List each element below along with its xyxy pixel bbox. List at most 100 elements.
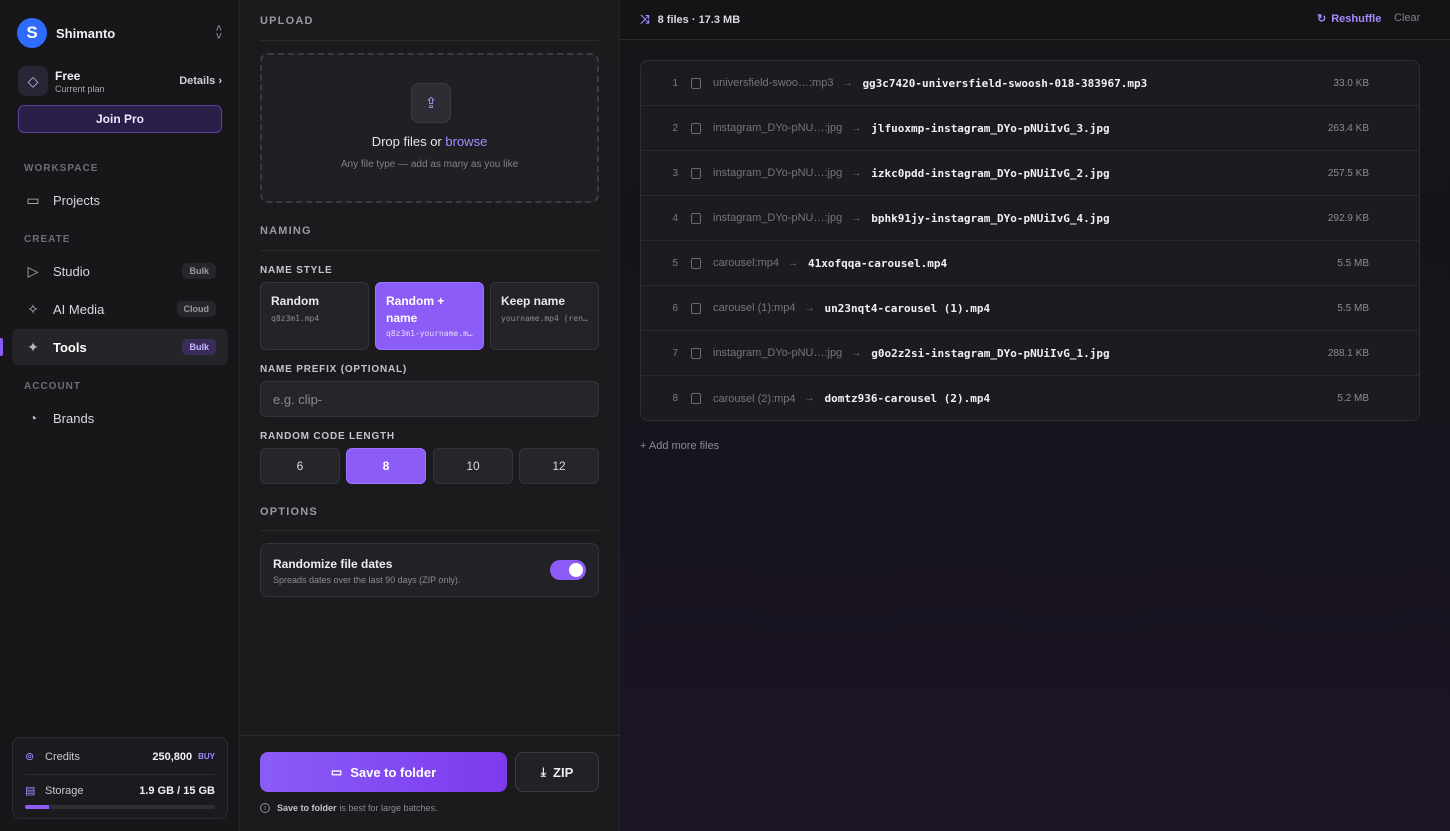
new-filename: bphk91jy-instagram_DYo-pNUiIvG_4.jpg — [871, 211, 1110, 225]
file-row[interactable]: 4 instagram_DYo-pNU…:jpg → bphk91jy-instagr… — [641, 196, 1419, 241]
file-index: 7 — [672, 347, 678, 359]
upload-icon: ⇪ — [411, 83, 451, 123]
sidebar-item-projects[interactable]: ▭ Projects — [12, 182, 228, 218]
storage-progress-fill — [25, 805, 50, 809]
length-option-6[interactable]: 6 — [260, 448, 340, 484]
file-row[interactable]: 3 instagram_DYo-pNU…:jpg → izkc0pdd-instagr… — [641, 151, 1419, 196]
option-subtitle: Spreads dates over the last 90 days (ZIP… — [273, 575, 461, 585]
bulk-badge: Bulk — [182, 263, 216, 279]
original-filename: carousel (2):mp4 — [713, 392, 796, 405]
zip-button[interactable]: ⤓ ZIP — [515, 752, 599, 792]
cloud-badge: Cloud — [176, 301, 216, 317]
original-filename: carousel:mp4 — [713, 257, 780, 269]
original-filename: instagram_DYo-pNU…:jpg — [713, 167, 843, 179]
storage-label: Storage — [45, 784, 84, 797]
name-prefix-label: NAME PREFIX (OPTIONAL) — [260, 364, 408, 375]
toggle-knob — [569, 563, 583, 577]
length-option-10[interactable]: 10 — [433, 448, 513, 484]
file-row[interactable]: 2 instagram_DYo-pNU…:jpg → jlfuoxmp-instagr… — [641, 106, 1419, 151]
style-title: Random — [271, 294, 319, 308]
clear-button[interactable]: Clear — [1394, 12, 1420, 24]
divider — [240, 735, 620, 736]
file-size: 292.9 KB — [1327, 212, 1369, 224]
download-icon: ⤓ — [540, 764, 547, 779]
style-option-keep-name[interactable]: Keep name yourname.mp4 (renamed) — [490, 282, 599, 350]
credits-row: ⊚ Credits 250,800 BUY — [25, 750, 215, 764]
divider — [260, 250, 599, 251]
plan-details-link[interactable]: Details › — [179, 75, 222, 87]
plan-title: Free — [55, 68, 81, 83]
name-style-label: NAME STYLE — [260, 265, 333, 276]
file-index: 1 — [672, 77, 678, 89]
file-icon — [691, 212, 701, 224]
add-more-files-link[interactable]: + Add more files — [640, 440, 719, 452]
sidebar-item-brands[interactable]: ◔ Brands — [12, 400, 228, 436]
active-indicator — [0, 338, 3, 356]
file-icon — [691, 257, 701, 269]
randomize-dates-toggle[interactable] — [550, 560, 586, 580]
drop-label: Drop files or — [371, 134, 442, 149]
magic-wand-icon: ✧ — [27, 300, 39, 317]
file-size: 288.1 KB — [1327, 347, 1369, 359]
storage-row: ▤ Storage 1.9 GB / 15 GB — [25, 784, 215, 798]
new-filename: un23nqt4-carousel (1).mp4 — [824, 301, 991, 315]
style-option-random-name[interactable]: Random + name q8z3m1-yourname.mp4 — [375, 282, 484, 350]
divider — [25, 774, 215, 775]
sidebar-item-label: Brands — [53, 410, 95, 426]
original-filename: instagram_DYo-pNU…:jpg — [713, 212, 843, 224]
file-row[interactable]: 1 universfield-swoo…:mp3 → gg3c7420-univers… — [641, 61, 1419, 106]
code-length-label: RANDOM CODE LENGTH — [260, 431, 395, 442]
file-index: 2 — [672, 122, 678, 134]
buy-credits-link[interactable]: BUY — [198, 752, 215, 761]
file-row[interactable]: 7 instagram_DYo-pNU…:jpg → g0o2z2si-instagr… — [641, 331, 1419, 376]
file-row[interactable]: 5 carousel:mp4 → 41xofqqa-carousel.mp4 5.5 M… — [641, 241, 1419, 286]
arrow-right-icon: → — [851, 347, 862, 359]
account-name: Shimanto — [56, 25, 116, 41]
file-size: 5.5 MB — [1337, 302, 1369, 314]
sidebar-item-label: Tools — [53, 339, 87, 355]
video-camera-icon: ▷ — [27, 262, 39, 279]
reshuffle-button[interactable]: ↻ Reshuffle — [1317, 12, 1381, 26]
folder-icon: ▭ — [330, 765, 343, 779]
new-filename: jlfuoxmp-instagram_DYo-pNUiIvG_3.jpg — [871, 121, 1110, 135]
length-option-8[interactable]: 8 — [346, 448, 426, 484]
arrow-right-icon: → — [788, 257, 799, 269]
style-option-random[interactable]: Random q8z3m1.mp4 — [260, 282, 369, 350]
sidebar-item-tools[interactable]: ✦ Tools Bulk — [12, 329, 228, 365]
coins-icon: ⊚ — [25, 751, 35, 763]
arrow-right-icon: → — [804, 302, 815, 314]
file-icon — [691, 167, 701, 179]
browse-link[interactable]: browse — [445, 134, 487, 149]
file-drop-zone[interactable]: ⇪ Drop files or browse Any file type — a… — [260, 53, 599, 203]
refresh-icon: ↻ — [1317, 13, 1327, 25]
original-filename: carousel (1):mp4 — [713, 302, 796, 314]
sparkles-icon: ✦ — [27, 338, 39, 355]
storage-progress — [25, 805, 215, 809]
length-option-12[interactable]: 12 — [519, 448, 599, 484]
file-size: 263.4 KB — [1327, 122, 1369, 134]
diamond-icon: ◇ — [18, 66, 48, 96]
file-list-toolbar: ⤨ 8 files · 17.3 MB ↻ Reshuffle Clear — [620, 0, 1450, 40]
style-title: Random + name — [386, 294, 445, 325]
credits-label: Credits — [45, 750, 80, 763]
file-list-area: ⤨ 8 files · 17.3 MB ↻ Reshuffle Clear 1 u… — [620, 0, 1450, 831]
save-to-folder-button[interactable]: ▭ Save to folder — [260, 752, 507, 792]
file-row[interactable]: 8 carousel (2):mp4 → domtz936-carousel (2).… — [641, 376, 1419, 420]
join-pro-button[interactable]: Join Pro — [18, 105, 222, 133]
new-filename: izkc0pdd-instagram_DYo-pNUiIvG_2.jpg — [871, 166, 1110, 180]
file-row[interactable]: 6 carousel (1):mp4 → un23nqt4-carousel (1).… — [641, 286, 1419, 331]
file-icon — [691, 393, 701, 404]
arrow-right-icon: → — [851, 167, 862, 179]
account-switcher[interactable]: S Shimanto ˄ ˅ — [12, 14, 228, 52]
style-example: q8z3m1-yourname.mp4 — [386, 329, 473, 338]
sidebar-item-ai-media[interactable]: ✧ AI Media Cloud — [12, 291, 228, 327]
original-filename: instagram_DYo-pNU…:jpg — [713, 347, 843, 359]
chevron-updown-icon: ˄ ˅ — [215, 23, 222, 43]
palette-icon: ◔ — [28, 410, 38, 426]
name-prefix-input[interactable] — [260, 381, 599, 417]
file-size: 33.0 KB — [1333, 77, 1369, 89]
file-size: 5.2 MB — [1337, 393, 1369, 404]
file-icon — [691, 347, 701, 359]
sidebar-item-studio[interactable]: ▷ Studio Bulk — [12, 253, 228, 289]
drop-text: Drop files or browse — [262, 134, 597, 149]
